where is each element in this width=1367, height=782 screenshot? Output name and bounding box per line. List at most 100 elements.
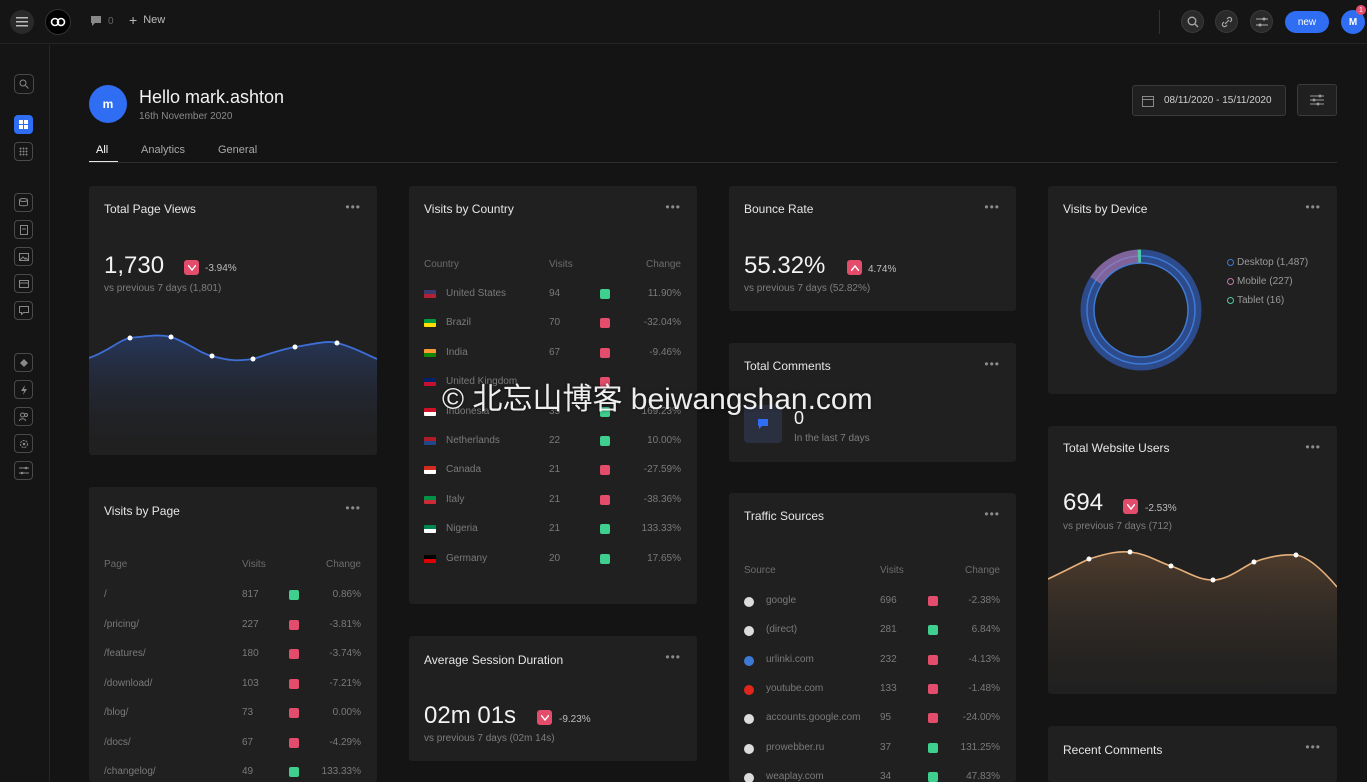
dashboard-icon[interactable] <box>14 115 33 134</box>
table-row[interactable]: /features/180 -3.74% <box>89 648 377 662</box>
visit-count: 49 <box>242 766 254 777</box>
menu-icon[interactable] <box>10 10 34 34</box>
table-row[interactable]: Italy 21 -38.36% <box>409 494 697 508</box>
search-icon[interactable] <box>14 74 34 94</box>
total-website-users-card: Total Website Users ••• 694 -2.53% vs pr… <box>1048 426 1337 694</box>
change-value: 0.86% <box>332 589 361 600</box>
visit-count: 21 <box>549 464 561 476</box>
table-row[interactable]: / 817 0.86% <box>89 589 377 603</box>
favicon-icon <box>744 743 754 754</box>
apps-grid-icon[interactable] <box>14 142 33 161</box>
sidebar <box>0 45 50 782</box>
metric-sub: vs previous 7 days (1,801) <box>104 283 222 294</box>
source-name: accounts.google.com <box>766 712 861 724</box>
flag-icon <box>424 348 436 357</box>
change-value: 131.25% <box>960 741 1000 753</box>
new-button[interactable]: new <box>1285 11 1329 33</box>
more-icon[interactable]: ••• <box>1305 200 1321 214</box>
calendar-icon[interactable] <box>14 274 33 293</box>
plus-icon: + <box>129 12 138 28</box>
table-row[interactable]: United States 94 11.90% <box>409 288 697 302</box>
sliders-icon[interactable] <box>1250 10 1273 33</box>
header-avatar[interactable]: m <box>89 85 127 123</box>
more-icon[interactable]: ••• <box>1305 440 1321 454</box>
table-row[interactable]: /blog/73 0.00% <box>89 707 377 721</box>
database-icon[interactable] <box>14 193 33 212</box>
metric-change: -9.23% <box>559 714 591 725</box>
table-row[interactable]: youtube.com 133 -1.48% <box>729 683 1016 697</box>
visit-count: 103 <box>242 677 259 689</box>
more-icon[interactable]: ••• <box>1305 740 1321 754</box>
change-value: -32.04% <box>643 317 681 329</box>
visit-count: 37 <box>880 741 892 753</box>
table-row[interactable]: Nigeria 21 133.33% <box>409 523 697 537</box>
trend-down-icon <box>600 318 610 329</box>
table-row[interactable]: Netherlands 22 10.00% <box>409 435 697 449</box>
sliders-icon[interactable] <box>14 461 33 480</box>
table-row[interactable]: urlinki.com 232 -4.13% <box>729 654 1016 668</box>
chat-icon[interactable] <box>14 301 33 320</box>
source-name: (direct) <box>766 624 798 636</box>
logo-icon[interactable] <box>45 9 71 35</box>
more-icon[interactable]: ••• <box>984 507 1000 521</box>
tab-general[interactable]: General <box>218 144 257 156</box>
change-value: -38.36% <box>643 493 681 505</box>
table-row[interactable]: /pricing/227 -3.81% <box>89 619 377 633</box>
table-row[interactable]: Canada 21 -27.59% <box>409 464 697 478</box>
more-icon[interactable]: ••• <box>345 200 361 214</box>
page-path: /blog/ <box>104 707 129 718</box>
comment-icon[interactable] <box>90 15 102 27</box>
card-title: Visits by Country <box>424 202 514 216</box>
flag-icon <box>424 378 436 387</box>
table-row[interactable]: prowebber.ru 37 131.25% <box>729 742 1016 756</box>
trend-down-icon <box>928 713 938 724</box>
new-link[interactable]: + New <box>129 12 165 28</box>
metric-change: -3.94% <box>205 263 237 274</box>
table-row[interactable]: India 67 -9.46% <box>409 347 697 361</box>
more-icon[interactable]: ••• <box>665 200 681 214</box>
link-icon[interactable] <box>1215 10 1238 33</box>
more-icon[interactable]: ••• <box>345 501 361 515</box>
col-page: Page <box>104 559 128 570</box>
country-name: Canada <box>446 464 482 476</box>
table-row[interactable]: google 696 -2.38% <box>729 595 1016 609</box>
search-icon[interactable] <box>1181 10 1204 33</box>
flag-icon <box>424 319 436 328</box>
table-row[interactable]: Germany 20 17.65% <box>409 553 697 567</box>
table-row[interactable]: /docs/67 -4.29% <box>89 737 377 751</box>
bolt-icon[interactable] <box>14 380 33 399</box>
document-icon[interactable] <box>14 220 33 239</box>
col-visits: Visits <box>242 559 266 570</box>
more-icon[interactable]: ••• <box>984 357 1000 371</box>
paint-bucket-icon[interactable] <box>14 353 33 372</box>
tabs-divider <box>89 162 1337 163</box>
table-row[interactable]: /changelog/49 133.33% <box>89 766 377 780</box>
source-name: urlinki.com <box>766 653 814 665</box>
col-change: Change <box>325 559 361 570</box>
table-row[interactable]: weaplay.com 34 47.83% <box>729 771 1016 782</box>
more-icon[interactable]: ••• <box>984 200 1000 214</box>
col-change: Change <box>645 259 681 270</box>
image-icon[interactable] <box>14 247 33 266</box>
change-value: -1.48% <box>968 682 1000 694</box>
tab-analytics[interactable]: Analytics <box>141 144 185 156</box>
date-range-picker[interactable]: 08/11/2020 - 15/11/2020 <box>1132 85 1286 116</box>
calendar-icon <box>1142 96 1154 107</box>
tab-all[interactable]: All <box>96 144 108 156</box>
filter-button[interactable] <box>1297 84 1337 116</box>
trend-up-icon <box>928 742 938 753</box>
metric-sub: vs previous 7 days (712) <box>1063 521 1172 532</box>
users-icon[interactable] <box>14 407 33 426</box>
trend-up-icon <box>289 590 299 600</box>
page-path: / <box>104 589 107 600</box>
table-row[interactable]: Brazil 70 -32.04% <box>409 317 697 331</box>
metric-sub: vs previous 7 days (02m 14s) <box>424 733 555 744</box>
table-row[interactable]: (direct) 281 6.84% <box>729 624 1016 638</box>
more-icon[interactable]: ••• <box>665 650 681 664</box>
table-row[interactable]: accounts.google.com 95 -24.00% <box>729 712 1016 726</box>
visit-count: 73 <box>242 707 254 718</box>
settings-icon[interactable] <box>14 434 33 453</box>
visit-count: 133 <box>880 682 897 694</box>
table-row[interactable]: /download/103 -7.21% <box>89 678 377 692</box>
favicon-icon <box>744 597 754 607</box>
